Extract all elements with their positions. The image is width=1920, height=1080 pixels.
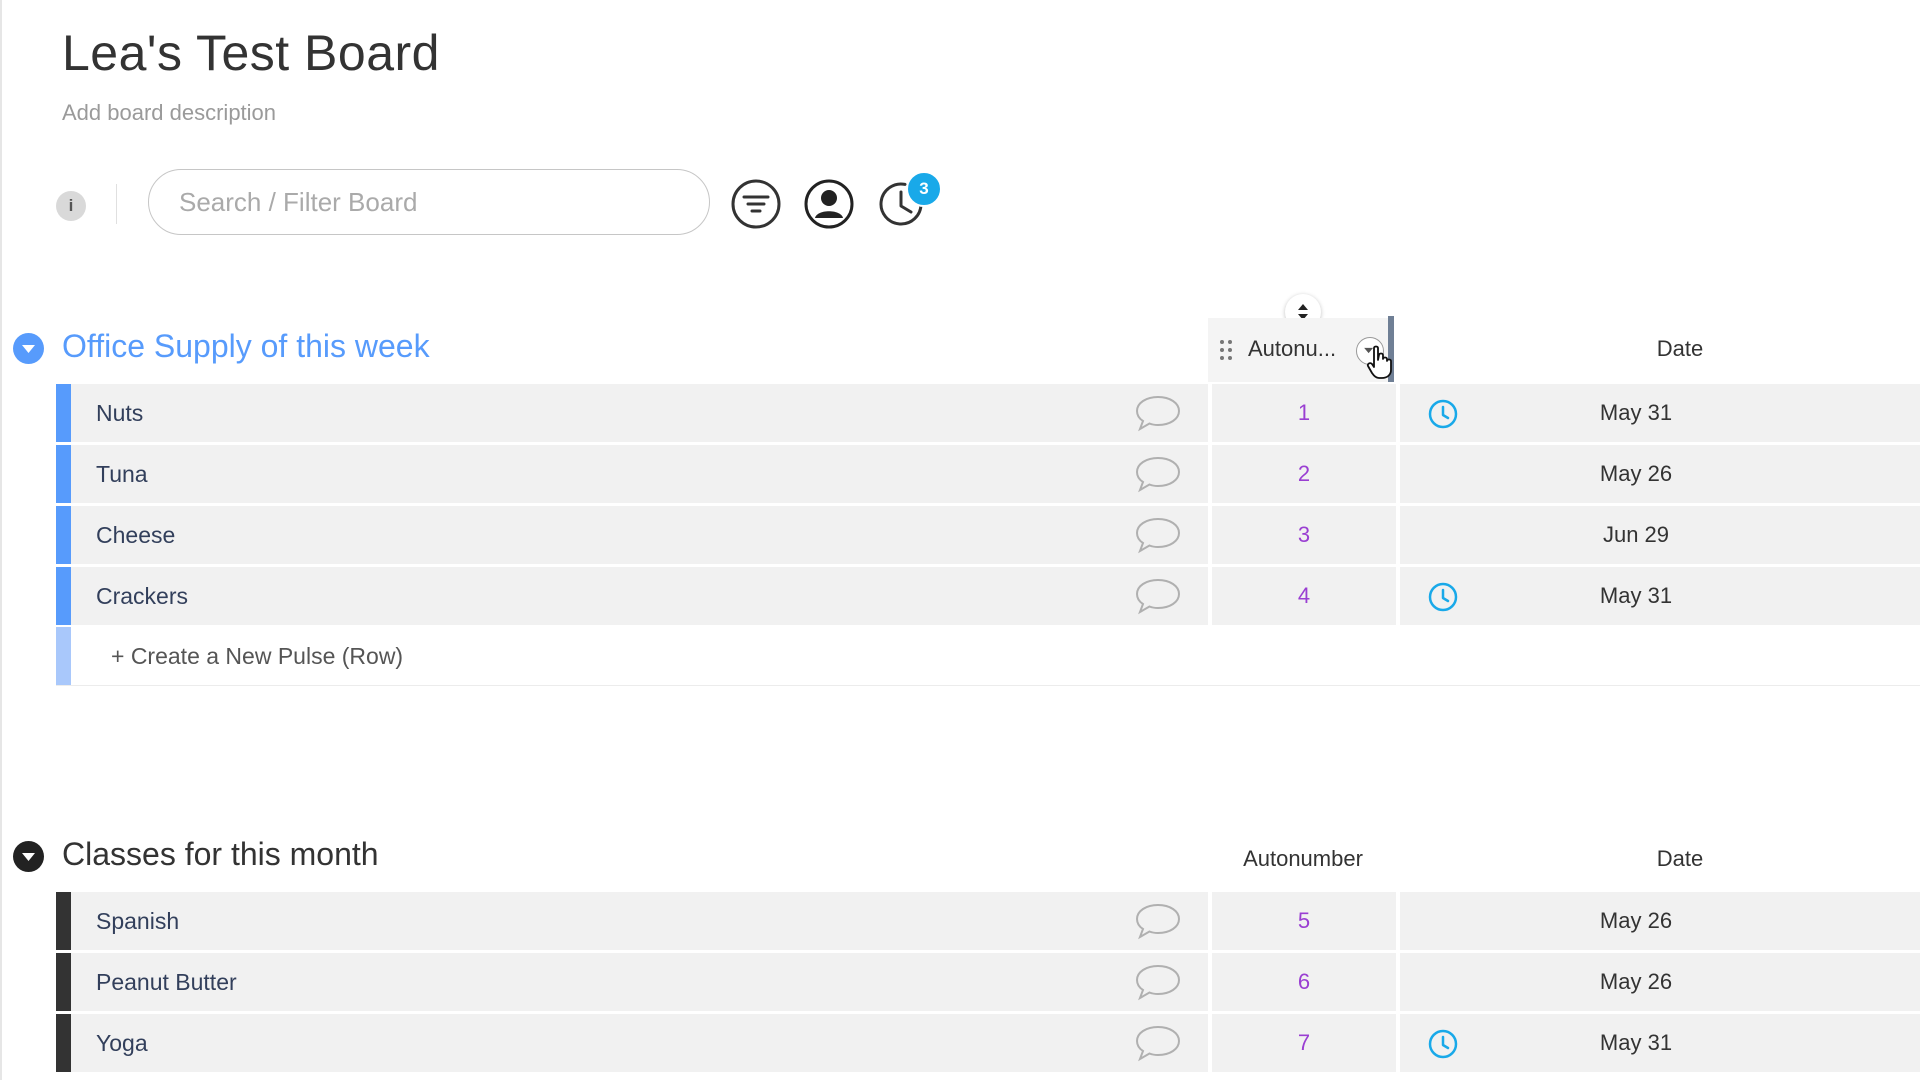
chat-bubble-icon[interactable]	[1134, 455, 1182, 493]
row-name[interactable]: Crackers	[96, 567, 188, 625]
cell-divider	[1396, 506, 1400, 564]
row-color-stripe[interactable]	[56, 384, 71, 442]
clock-icon[interactable]	[1427, 581, 1459, 613]
group-title[interactable]: Office Supply of this week	[62, 328, 430, 365]
search-input[interactable]	[148, 169, 710, 235]
table-row[interactable]: Spanish 5 May 26	[56, 892, 1920, 950]
chat-bubble-icon[interactable]	[1134, 394, 1182, 432]
create-new-row-label[interactable]: + Create a New Pulse (Row)	[111, 627, 403, 685]
autonumber-cell[interactable]: 3	[1212, 506, 1396, 564]
info-icon[interactable]: i	[56, 191, 86, 221]
date-cell[interactable]: May 31	[1556, 1014, 1716, 1072]
row-name[interactable]: Nuts	[96, 384, 143, 442]
date-cell[interactable]: May 26	[1556, 953, 1716, 1011]
clock-icon[interactable]	[1427, 398, 1459, 430]
row-color-stripe[interactable]	[56, 892, 71, 950]
date-cell[interactable]: May 31	[1556, 384, 1716, 442]
chat-bubble-icon[interactable]	[1134, 902, 1182, 940]
row-name[interactable]: Tuna	[96, 445, 148, 503]
column-header-date[interactable]: Date	[1580, 336, 1780, 362]
cell-divider	[1396, 567, 1400, 625]
group-title[interactable]: Classes for this month	[62, 836, 379, 873]
row-name[interactable]: Spanish	[96, 892, 179, 950]
date-cell[interactable]: May 26	[1556, 445, 1716, 503]
activity-count-badge: 3	[906, 171, 942, 207]
cell-divider	[1396, 1014, 1400, 1072]
autonumber-cell[interactable]: 6	[1212, 953, 1396, 1011]
cell-divider	[1396, 892, 1400, 950]
chat-bubble-icon[interactable]	[1134, 516, 1182, 554]
table-row[interactable]: Nuts 1 May 31	[56, 384, 1920, 442]
table-row[interactable]: Cheese 3 Jun 29	[56, 506, 1920, 564]
person-icon[interactable]	[803, 178, 855, 230]
left-edge-rule	[0, 0, 2, 1080]
autonumber-cell[interactable]: 7	[1212, 1014, 1396, 1072]
date-cell[interactable]: Jun 29	[1556, 506, 1716, 564]
cell-divider	[1396, 953, 1400, 1011]
cell-divider	[1396, 445, 1400, 503]
date-cell[interactable]: May 31	[1556, 567, 1716, 625]
table-row[interactable]: Tuna 2 May 26	[56, 445, 1920, 503]
new-row-stripe	[56, 627, 71, 685]
table-row[interactable]: Peanut Butter 6 May 26	[56, 953, 1920, 1011]
column-header-autonumber[interactable]: Autonumber	[1203, 846, 1403, 872]
mouse-pointer-icon	[1366, 344, 1396, 380]
group-collapse-icon[interactable]	[13, 841, 44, 872]
column-header-autonumber[interactable]: Autonu...	[1248, 336, 1352, 362]
column-header-date[interactable]: Date	[1580, 846, 1780, 872]
autonumber-cell[interactable]: 1	[1212, 384, 1396, 442]
clock-icon[interactable]	[1427, 1028, 1459, 1060]
row-color-stripe[interactable]	[56, 506, 71, 564]
row-name[interactable]: Cheese	[96, 506, 175, 564]
create-new-row[interactable]: + Create a New Pulse (Row)	[56, 627, 1920, 686]
board-title[interactable]: Lea's Test Board	[62, 22, 440, 84]
autonumber-cell[interactable]: 5	[1212, 892, 1396, 950]
filter-icon[interactable]	[730, 178, 782, 230]
autonumber-cell[interactable]: 2	[1212, 445, 1396, 503]
row-color-stripe[interactable]	[56, 953, 71, 1011]
row-color-stripe[interactable]	[56, 567, 71, 625]
row-name[interactable]: Peanut Butter	[96, 953, 237, 1011]
toolbar-divider	[116, 184, 117, 224]
cell-divider	[1396, 384, 1400, 442]
chat-bubble-icon[interactable]	[1134, 577, 1182, 615]
autonumber-cell[interactable]: 4	[1212, 567, 1396, 625]
group-collapse-icon[interactable]	[13, 333, 44, 364]
chat-bubble-icon[interactable]	[1134, 963, 1182, 1001]
chat-bubble-icon[interactable]	[1134, 1024, 1182, 1062]
row-name[interactable]: Yoga	[96, 1014, 148, 1072]
date-cell[interactable]: May 26	[1556, 892, 1716, 950]
row-color-stripe[interactable]	[56, 1014, 71, 1072]
drag-handle-icon[interactable]	[1218, 338, 1234, 362]
table-row[interactable]: Yoga 7 May 31	[56, 1014, 1920, 1072]
row-color-stripe[interactable]	[56, 445, 71, 503]
table-row[interactable]: Crackers 4 May 31	[56, 567, 1920, 625]
board-description[interactable]: Add board description	[62, 100, 276, 126]
